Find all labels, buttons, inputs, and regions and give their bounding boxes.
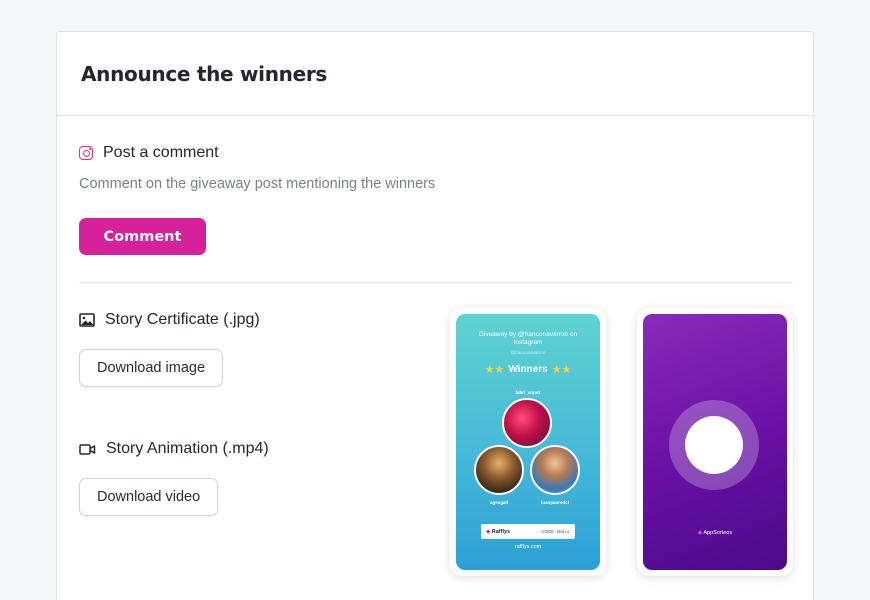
comment-title-row: Post a comment xyxy=(79,144,435,162)
star-icon: ★★ xyxy=(484,364,505,376)
image-icon xyxy=(79,313,95,327)
winner-2-name: agesgall xyxy=(489,500,508,505)
announce-winners-card: Announce the winners Post a comment Comm… xyxy=(56,31,814,600)
story-animation-screen: ◆ AppSorteos xyxy=(643,314,787,570)
comment-description: Comment on the giveaway post mentioning … xyxy=(79,176,436,192)
story-certificate-preview: Giveaway by @franconavarroo on Instagram… xyxy=(450,308,606,576)
appsorteos-logo-icon: ◆ xyxy=(697,530,703,536)
rafflys-logo: ◆ Rafflys xyxy=(486,529,510,535)
comment-title: Post a comment xyxy=(103,144,219,161)
page-title: Announce the winners xyxy=(81,61,328,86)
section-divider xyxy=(79,282,793,283)
animation-section: Story Animation (.mp4) Download video xyxy=(79,440,269,516)
story-animation-preview: ◆ AppSorteos xyxy=(637,308,793,576)
card-header: Announce the winners xyxy=(57,32,813,116)
comment-section: Post a comment Comment on the giveaway p… xyxy=(79,144,435,255)
winners-heading: ★★ Winners ★★ xyxy=(456,363,600,376)
animation-title-row: Story Animation (.mp4) xyxy=(79,440,269,458)
winner-2-avatar xyxy=(474,445,524,495)
certificate-title-row: Story Certificate (.jpg) xyxy=(79,311,260,329)
rafflys-brand: Rafflys xyxy=(491,528,511,535)
download-image-button[interactable]: Download image xyxy=(79,349,224,387)
comment-button[interactable]: Comment xyxy=(79,218,206,255)
certificate-title: Story Certificate (.jpg) xyxy=(105,311,260,328)
winner-3-avatar xyxy=(530,445,580,495)
animation-dot xyxy=(685,416,743,474)
footer-url: rafflys.com xyxy=(514,544,542,550)
winner-3-name: juanpaoredcl xyxy=(540,500,569,505)
appsorteos-logo: ◆ AppSorteos xyxy=(643,530,787,536)
winner-1-avatar xyxy=(502,398,552,448)
appsorteos-brand: AppSorteos xyxy=(703,530,733,536)
animation-title: Story Animation (.mp4) xyxy=(106,440,269,457)
star-icon: ★★ xyxy=(551,364,572,376)
video-icon xyxy=(79,443,96,455)
rafflys-badge: ◆ Rafflys CODE: Mul.cL xyxy=(481,524,575,539)
certificate-section: Story Certificate (.jpg) Download image xyxy=(79,311,260,387)
giveaway-subline: @franconavarroo xyxy=(510,350,546,355)
winner-1-name: fabri_vopez xyxy=(515,390,541,395)
download-video-button[interactable]: Download video xyxy=(79,478,219,516)
story-certificate-screen: Giveaway by @franconavarroo on Instagram… xyxy=(456,314,600,570)
giveaway-line: Giveaway by @franconavarroo on Instagram xyxy=(478,331,578,346)
winners-label: Winners xyxy=(508,364,548,375)
rafflys-logo-icon: ◆ xyxy=(486,528,491,535)
instagram-icon xyxy=(79,146,93,160)
code-text: CODE: Mul.cL xyxy=(541,529,570,534)
